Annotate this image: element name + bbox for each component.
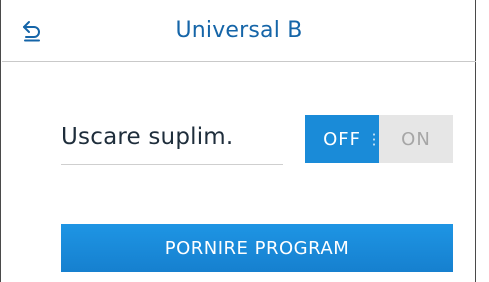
toggle-off-label: OFF: [323, 128, 361, 150]
extra-drying-toggle[interactable]: OFF ON: [305, 115, 453, 163]
toggle-grip-icon: [373, 132, 375, 146]
toggle-on-label: ON: [401, 128, 431, 150]
page-title: Universal B: [175, 18, 303, 43]
screen-frame: Universal B Uscare suplim. OFF ON PORNIR…: [0, 0, 476, 282]
start-program-button[interactable]: PORNIRE PROGRAM: [61, 224, 453, 272]
toggle-on-option[interactable]: ON: [379, 115, 453, 163]
option-divider: [61, 164, 283, 165]
toggle-off-option[interactable]: OFF: [305, 115, 379, 163]
option-label: Uscare suplim.: [61, 124, 234, 150]
header-bar: Universal B: [2, 0, 476, 62]
start-program-label: PORNIRE PROGRAM: [164, 237, 350, 259]
